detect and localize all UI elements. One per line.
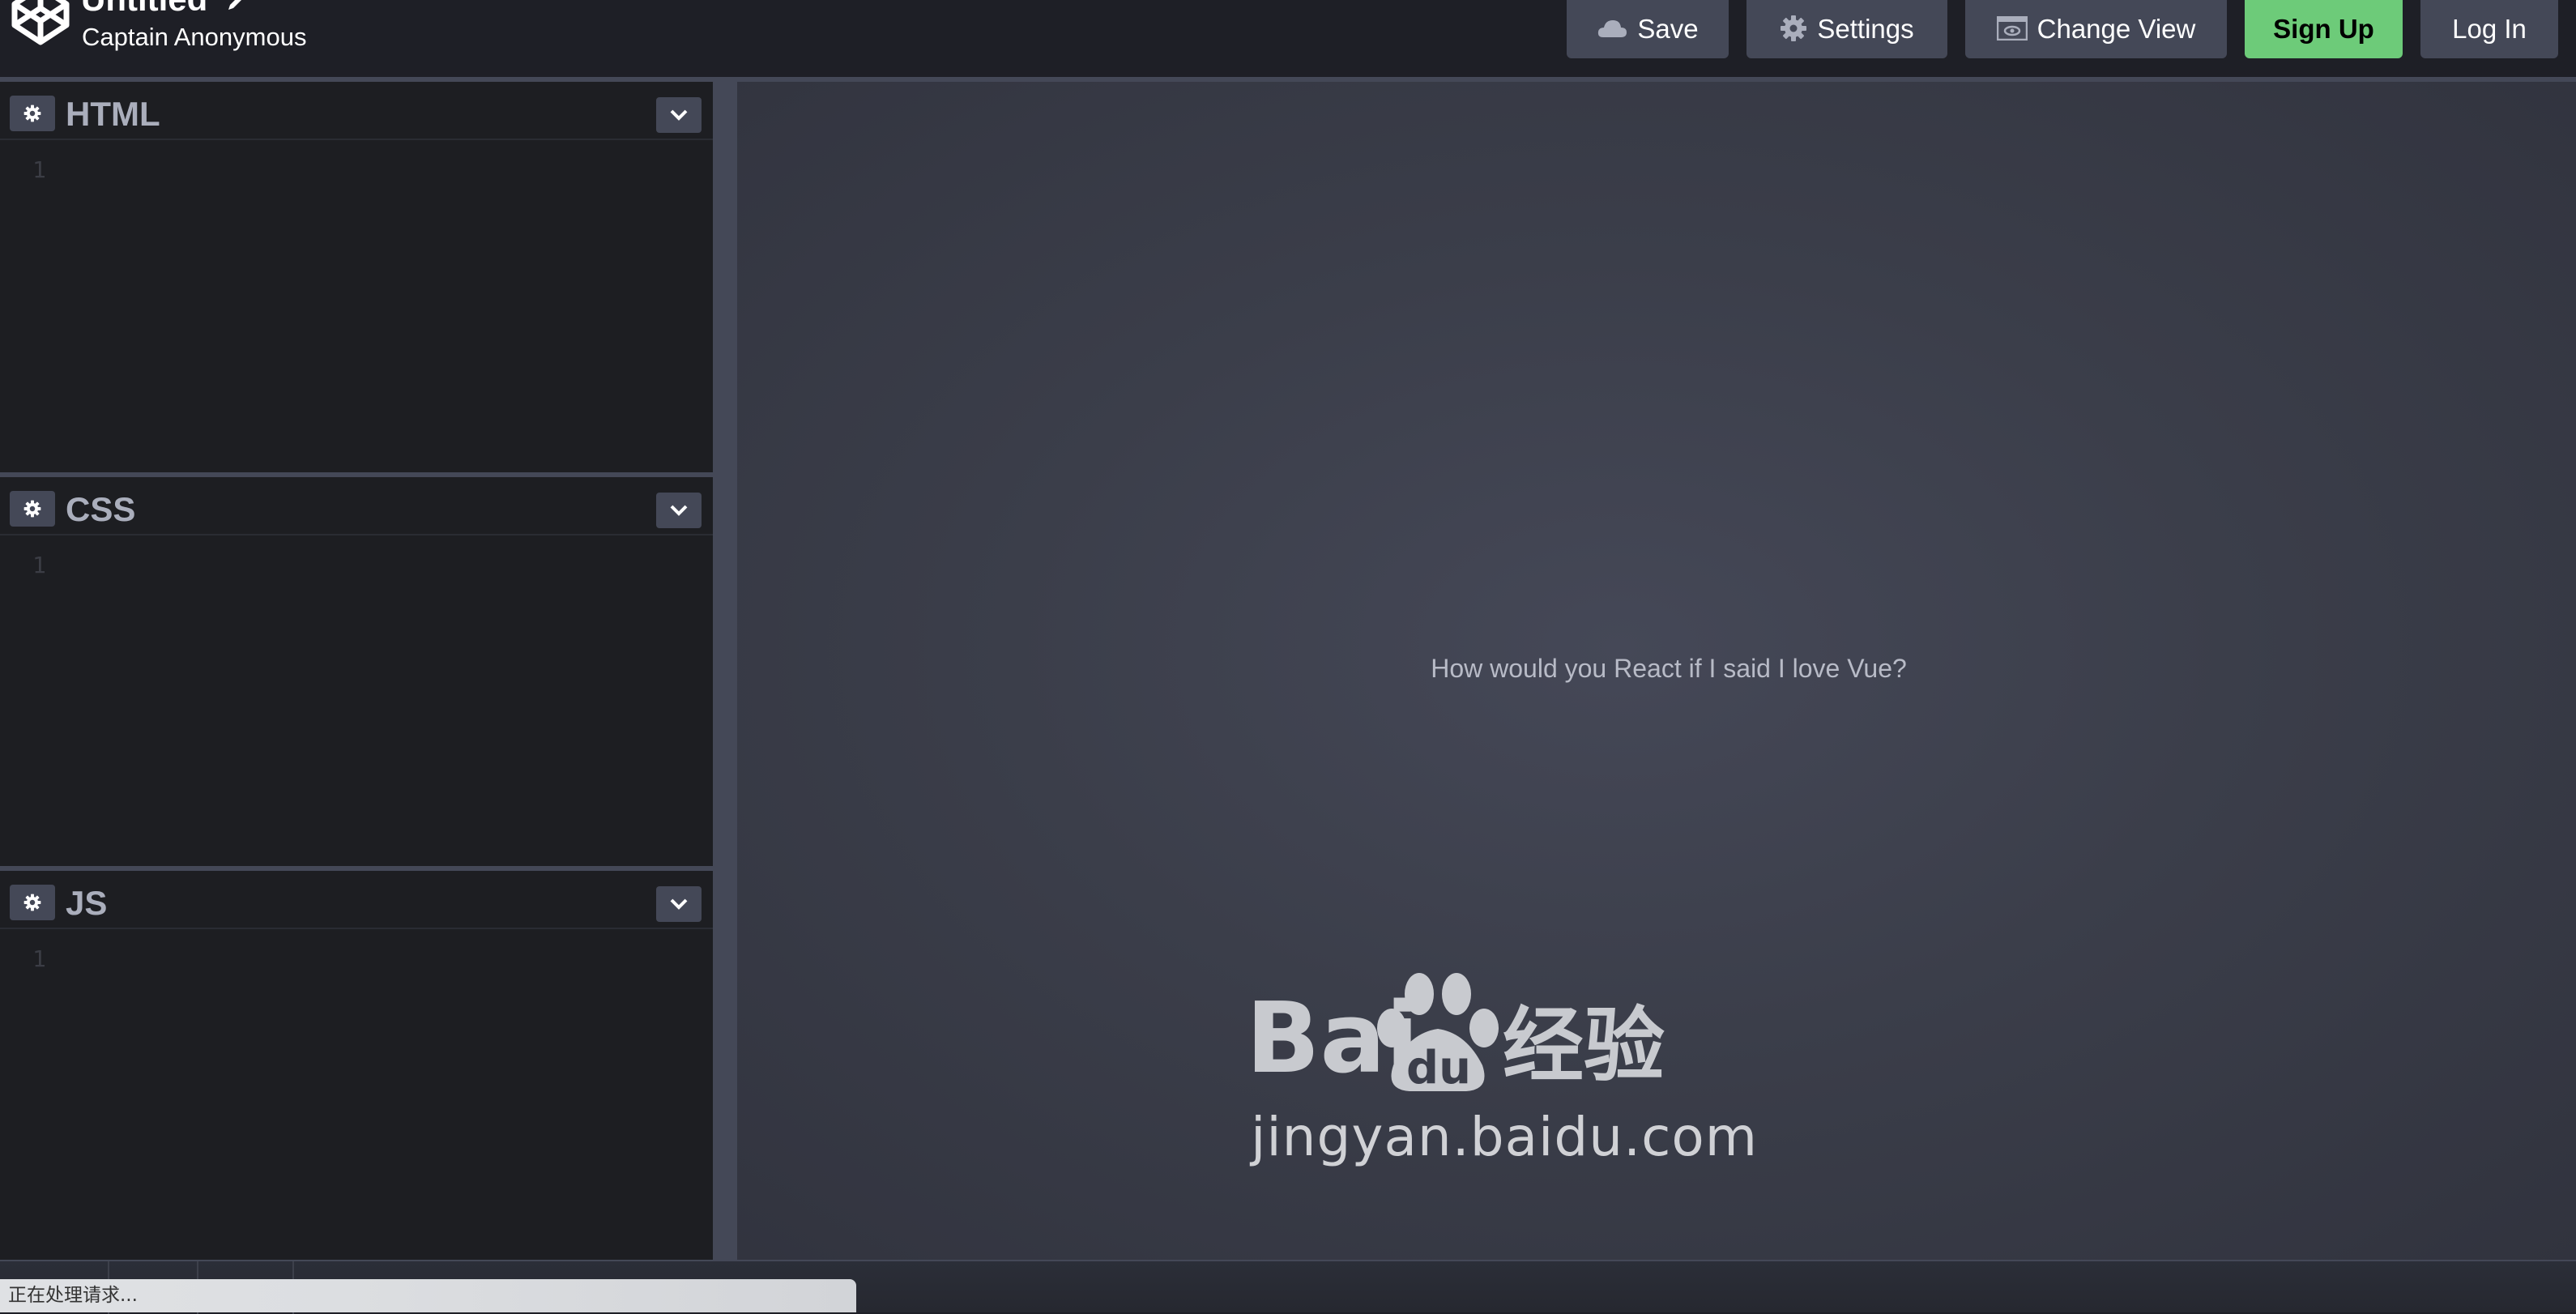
preview-text: How would you React if I said I love Vue… bbox=[1431, 654, 1907, 683]
js-collapse-button[interactable] bbox=[656, 886, 702, 922]
gear-icon bbox=[23, 105, 41, 122]
status-message: 正在处理请求... bbox=[0, 1279, 856, 1312]
gear-icon bbox=[23, 500, 41, 518]
gear-icon bbox=[1780, 15, 1807, 42]
pencil-icon[interactable] bbox=[225, 0, 246, 22]
watermark-url: jingyan.baidu.com bbox=[1251, 1106, 1759, 1168]
css-editor-title: CSS bbox=[66, 490, 136, 528]
view-window-icon bbox=[1996, 16, 2028, 41]
author-name[interactable]: Captain Anonymous bbox=[82, 21, 306, 53]
css-editor-header: CSS bbox=[0, 477, 713, 535]
cloud-icon bbox=[1597, 18, 1627, 39]
css-editor: CSS 1 bbox=[0, 472, 713, 866]
js-editor-header: JS bbox=[0, 871, 713, 929]
change-view-button[interactable]: Change View bbox=[1965, 0, 2227, 58]
gear-icon bbox=[23, 894, 41, 911]
settings-label: Settings bbox=[1817, 13, 1914, 44]
html-settings-button[interactable] bbox=[10, 96, 55, 131]
editors-column: HTML 1 CSS 1 JS 1 bbox=[0, 77, 713, 1260]
svg-text:du: du bbox=[1406, 1042, 1471, 1094]
chevron-down-icon bbox=[670, 109, 688, 121]
html-editor: HTML 1 bbox=[0, 77, 713, 472]
html-editor-title: HTML bbox=[66, 95, 160, 133]
chevron-down-icon bbox=[670, 898, 688, 910]
codepen-logo-icon[interactable] bbox=[11, 0, 70, 47]
sign-up-button[interactable]: Sign Up bbox=[2245, 0, 2403, 58]
top-header: Untitled Captain Anonymous Save bbox=[0, 0, 2576, 77]
html-collapse-button[interactable] bbox=[656, 97, 702, 133]
js-settings-button[interactable] bbox=[10, 885, 55, 920]
js-editor: JS 1 bbox=[0, 866, 713, 1260]
line-number: 1 bbox=[32, 945, 46, 972]
save-label: Save bbox=[1637, 13, 1699, 44]
log-in-label: Log In bbox=[2452, 13, 2527, 44]
pen-title[interactable]: Untitled bbox=[81, 0, 246, 22]
css-collapse-button[interactable] bbox=[656, 493, 702, 528]
html-editor-header: HTML bbox=[0, 82, 713, 140]
svg-text:经验: 经验 bbox=[1503, 998, 1665, 1093]
pen-title-text[interactable]: Untitled bbox=[81, 0, 207, 18]
log-in-button[interactable]: Log In bbox=[2420, 0, 2558, 58]
js-editor-title: JS bbox=[66, 884, 108, 922]
line-number: 1 bbox=[32, 156, 46, 183]
sign-up-label: Sign Up bbox=[2273, 13, 2374, 44]
line-number: 1 bbox=[32, 552, 46, 578]
settings-button[interactable]: Settings bbox=[1746, 0, 1947, 58]
baidu-watermark: Bai du 经验 jingyan.baidu.com bbox=[1239, 952, 1757, 1187]
chevron-down-icon bbox=[670, 505, 688, 516]
save-button[interactable]: Save bbox=[1567, 0, 1729, 58]
css-settings-button[interactable] bbox=[10, 491, 55, 527]
baidu-logo-icon: Bai du 经验 bbox=[1246, 973, 1665, 1095]
change-view-label: Change View bbox=[2036, 13, 2196, 44]
editor-preview-resizer[interactable] bbox=[713, 77, 737, 1260]
